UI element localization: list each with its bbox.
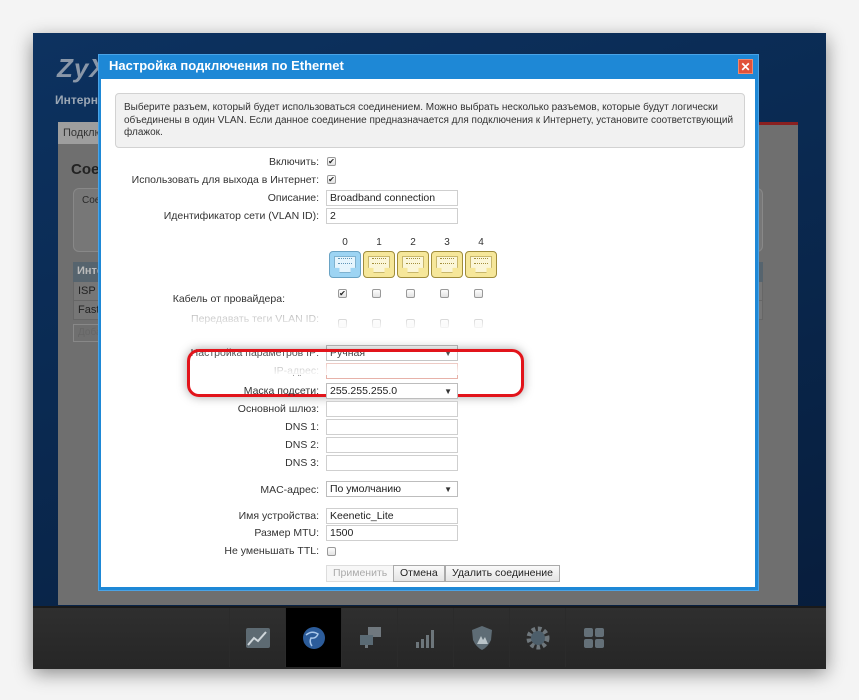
dns2-input[interactable] bbox=[326, 437, 458, 453]
cable-port-2-checkbox[interactable] bbox=[406, 289, 415, 298]
vlan-tag-port-0-checkbox[interactable] bbox=[338, 319, 347, 328]
shield-icon bbox=[472, 625, 492, 650]
taskbar-item-system[interactable] bbox=[509, 608, 566, 667]
ethernet-connection-dialog: Настройка подключения по Ethernet ✕ Выбе… bbox=[98, 54, 759, 591]
cable-port-0-checkbox[interactable]: ✔ bbox=[338, 289, 347, 298]
device-name-input[interactable]: Keenetic_Lite bbox=[326, 508, 458, 524]
port-number: 4 bbox=[478, 237, 484, 248]
gateway-input[interactable] bbox=[326, 401, 458, 417]
gear-icon bbox=[526, 626, 550, 649]
info-text: Выберите разъем, который будет использов… bbox=[115, 93, 745, 148]
no-ttl-decrement-label: Не уменьшать TTL: bbox=[224, 545, 319, 557]
use-for-internet-label: Использовать для выхода в Интернет: bbox=[131, 174, 319, 186]
cable-port-3-checkbox[interactable] bbox=[440, 289, 449, 298]
mac-address-select[interactable]: По умолчанию ▼ bbox=[326, 481, 458, 497]
taskbar-item-wifi[interactable] bbox=[397, 608, 454, 667]
description-input[interactable]: Broadband connection bbox=[326, 190, 458, 206]
cable-port-4-checkbox[interactable] bbox=[474, 289, 483, 298]
chevron-down-icon: ▼ bbox=[444, 485, 452, 494]
dialog-title: Настройка подключения по Ethernet bbox=[109, 58, 344, 73]
dialog-body: Выберите разъем, который будет использов… bbox=[101, 79, 755, 587]
ethernet-port-icon[interactable] bbox=[363, 251, 395, 278]
vlan-id-input[interactable]: 2 bbox=[326, 208, 458, 224]
description-label: Описание: bbox=[267, 192, 319, 204]
taskbar-item-internet[interactable] bbox=[285, 608, 342, 667]
taskbar-item-security[interactable] bbox=[453, 608, 510, 667]
dns1-input[interactable] bbox=[326, 419, 458, 435]
subnet-mask-select[interactable]: 255.255.255.0 ▼ bbox=[326, 383, 458, 399]
apply-button[interactable]: Применить bbox=[326, 565, 395, 582]
dns3-input[interactable] bbox=[326, 455, 458, 471]
ethernet-port-icon[interactable] bbox=[431, 251, 463, 278]
enable-label: Включить: bbox=[268, 156, 319, 168]
close-icon[interactable]: ✕ bbox=[738, 59, 753, 74]
dns2-label: DNS 2: bbox=[285, 439, 319, 451]
ethernet-port-icon[interactable] bbox=[465, 251, 497, 278]
ethernet-port-icon[interactable] bbox=[397, 251, 429, 278]
port-number: 3 bbox=[444, 237, 450, 248]
ethernet-port-icon[interactable] bbox=[329, 251, 361, 278]
port-number: 1 bbox=[376, 237, 382, 248]
subnet-mask-label: Маска подсети: bbox=[243, 385, 319, 397]
mac-address-label: MAC-адрес: bbox=[260, 484, 319, 496]
mtu-label: Размер MTU: bbox=[254, 527, 319, 539]
vlan-tag-port-1-checkbox[interactable] bbox=[372, 319, 381, 328]
taskbar-item-monitor[interactable] bbox=[229, 608, 286, 667]
subnet-mask-value: 255.255.255.0 bbox=[330, 385, 398, 397]
mac-address-value: По умолчанию bbox=[330, 483, 402, 495]
cancel-button[interactable]: Отмена bbox=[393, 565, 445, 582]
mtu-input[interactable]: 1500 bbox=[326, 525, 458, 541]
vlan-id-label: Идентификатор сети (VLAN ID): bbox=[163, 210, 319, 222]
cable-from-provider-label: Кабель от провайдера: bbox=[172, 293, 285, 305]
port-number: 0 bbox=[342, 237, 348, 248]
grid-icon bbox=[584, 627, 604, 648]
signal-bars-icon bbox=[416, 629, 434, 648]
vlan-tags-label: Передавать теги VLAN ID: bbox=[191, 313, 319, 325]
vlan-tag-port-2-checkbox[interactable] bbox=[406, 319, 415, 328]
delete-connection-button[interactable]: Удалить соединение bbox=[445, 565, 560, 582]
enable-checkbox[interactable]: ✔ bbox=[327, 157, 336, 166]
device-name-label: Имя устройства: bbox=[238, 510, 319, 522]
computers-icon bbox=[360, 626, 381, 648]
dns3-label: DNS 3: bbox=[285, 457, 319, 469]
taskbar-item-apps[interactable] bbox=[565, 608, 622, 667]
dns1-label: DNS 1: bbox=[285, 421, 319, 433]
taskbar-item-home-network[interactable] bbox=[341, 608, 398, 667]
gateway-label: Основной шлюз: bbox=[237, 403, 319, 415]
globe-icon bbox=[303, 626, 325, 649]
cable-port-1-checkbox[interactable] bbox=[372, 289, 381, 298]
vlan-tag-port-3-checkbox[interactable] bbox=[440, 319, 449, 328]
bottom-taskbar bbox=[33, 606, 826, 669]
use-for-internet-checkbox[interactable]: ✔ bbox=[327, 175, 336, 184]
no-ttl-decrement-checkbox[interactable] bbox=[327, 547, 336, 556]
vlan-tag-port-4-checkbox[interactable] bbox=[474, 319, 483, 328]
port-number: 2 bbox=[410, 237, 416, 248]
chart-icon bbox=[246, 627, 270, 648]
chevron-down-icon: ▼ bbox=[444, 387, 452, 396]
